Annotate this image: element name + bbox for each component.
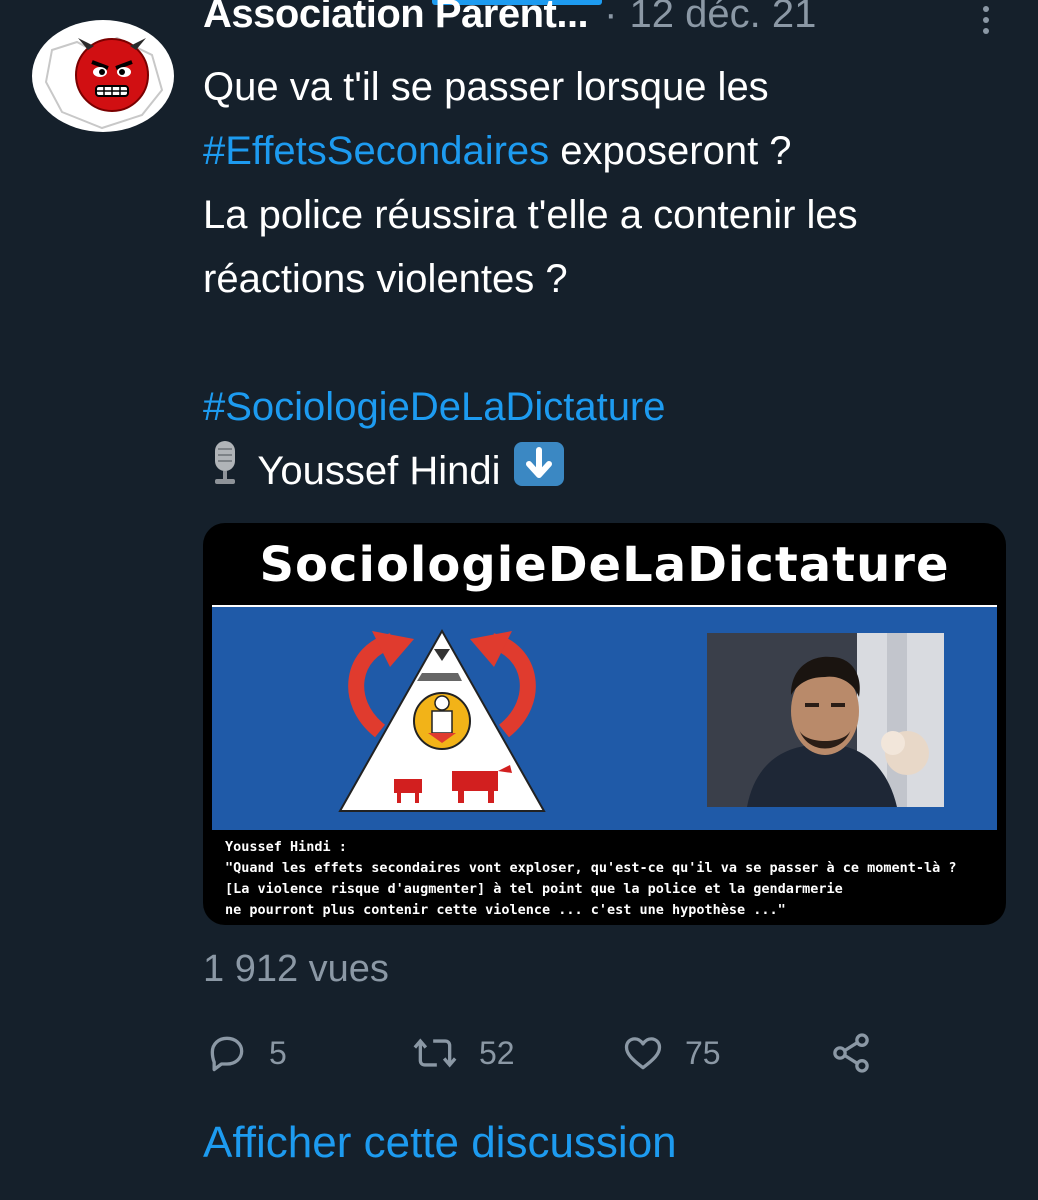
like-icon [621,1031,665,1075]
hashtag-sociologie[interactable]: #SociologieDeLaDictature [203,385,666,429]
text-line-6: Youssef Hindi [203,439,1028,503]
tweet-header: Association Parent... · 12 déc. 21 [203,0,816,42]
caption-line-2: "Quand les effets secondaires vont explo… [225,860,957,876]
down-arrow-icon [512,440,566,507]
media-card[interactable]: SociologieDeLaDictature Youssef Hindi: … [203,523,1006,925]
author-name[interactable]: Association Parent... [203,0,589,37]
share-icon [829,1031,873,1075]
text-line-2-rest: exposeront ? [560,129,792,173]
reply-icon [205,1031,249,1075]
text-line-4: réactions violentes ? [203,257,568,301]
retweet-count: 52 [479,1034,515,1071]
media-caption: Youssef Hindi : "Quand les effets seconda… [225,837,1005,921]
tweet[interactable]: Association Parent... · 12 déc. 21 Que v… [0,0,1038,1200]
share-button[interactable] [829,1025,873,1081]
more-icon[interactable] [972,6,1000,34]
tweet-date[interactable]: 12 déc. 21 [630,0,817,37]
text-line-1: Que va t'il se passer lorsque les [203,65,769,109]
like-button[interactable]: 75 [621,1025,721,1081]
hashtag-effets-secondaires[interactable]: #EffetsSecondaires [203,129,549,173]
mention-line: Youssef Hindi [257,449,501,494]
speaker-photo [707,633,944,807]
text-line-3: La police réussira t'elle a contenir les [203,193,858,237]
reply-button[interactable]: 5 [205,1025,287,1081]
action-bar: 5 52 75 [203,1025,903,1081]
reply-count: 5 [269,1034,287,1071]
tweet-text: Que va t'il se passer lorsque les #Effet… [203,55,1028,503]
separator: · [604,0,618,36]
text-line-2: #EffetsSecondaires exposeront ? [203,119,1028,183]
like-count: 75 [685,1034,721,1071]
retweet-button[interactable]: 52 [411,1025,515,1081]
show-thread-link[interactable]: Afficher cette discussion [203,1118,677,1168]
retweet-icon [411,1031,459,1075]
caption-line-1: Youssef Hindi : [225,839,347,855]
caption-line-4: ne pourront plus contenir cette violence… [225,902,786,918]
view-count: 1 912 vues [203,948,389,990]
text-line-5: #SociologieDeLaDictature [203,375,1028,439]
microphone-icon [203,439,247,508]
media-title: SociologieDeLaDictature [259,537,950,593]
media-panel [212,605,997,830]
pyramid-illustration [332,621,552,821]
avatar[interactable] [32,20,174,132]
caption-line-3: [La violence risque d'augmenter] à tel p… [225,881,843,897]
